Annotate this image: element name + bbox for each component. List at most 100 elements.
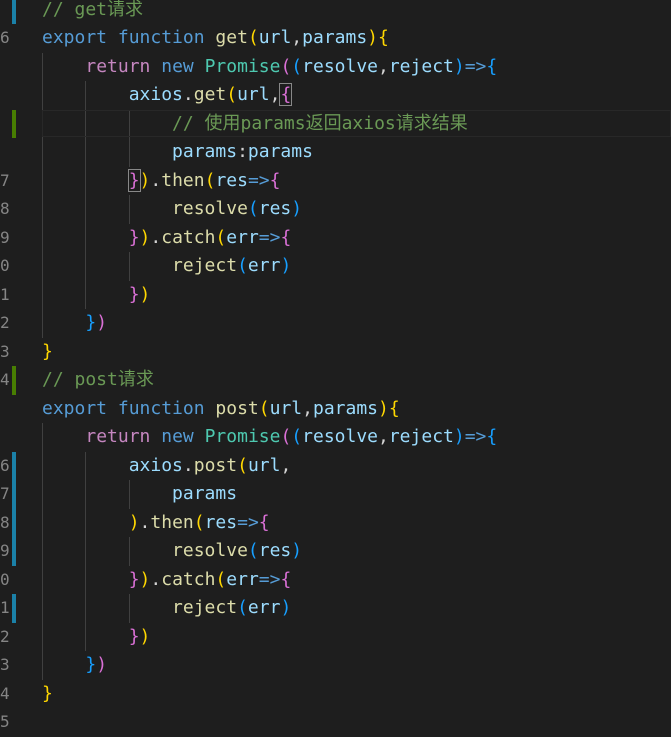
- code-token: axios: [128, 84, 183, 105]
- code-line[interactable]: return new Promise((resolve,reject)=>{: [42, 53, 497, 82]
- code-token: get: [215, 27, 248, 48]
- code-line[interactable]: axios.post(url,: [42, 452, 292, 481]
- code-token: .: [150, 226, 162, 248]
- line-number: 7: [0, 170, 10, 190]
- code-token: ): [291, 540, 303, 561]
- code-token: =>: [464, 426, 487, 447]
- code-token: function: [117, 27, 205, 48]
- code-token: reject: [172, 255, 238, 276]
- code-token: // post请求: [42, 369, 154, 390]
- code-line[interactable]: reject(err): [42, 252, 291, 281]
- code-token: ): [367, 27, 379, 48]
- code-token: ,: [302, 397, 313, 419]
- code-line[interactable]: params:params: [42, 138, 313, 167]
- code-line[interactable]: }: [42, 680, 53, 709]
- code-line[interactable]: ).then(res=>{: [42, 509, 270, 538]
- code-token: ): [378, 397, 389, 419]
- code-token: reject: [388, 426, 454, 447]
- code-token: res: [258, 198, 292, 219]
- code-token: catch: [161, 568, 216, 590]
- code-token: (: [280, 426, 292, 447]
- code-line[interactable]: resolve(res): [42, 537, 302, 566]
- code-line[interactable]: // 使用params返回axios请求结果: [42, 110, 468, 139]
- code-token: (: [291, 55, 303, 77]
- line-number: [0, 138, 10, 167]
- code-token: params: [302, 27, 368, 48]
- code-token: ,: [378, 426, 389, 447]
- line-number: 6: [0, 455, 10, 475]
- code-token: {: [269, 169, 281, 191]
- code-token: ): [453, 426, 465, 447]
- code-token: }: [128, 625, 140, 647]
- code-token: // 使用params返回axios请求结果: [172, 112, 468, 134]
- line-number: [0, 110, 10, 139]
- code-token: }: [42, 340, 53, 362]
- line-number: 1: [0, 598, 10, 617]
- code-line[interactable]: export function post(url,params){: [42, 395, 400, 424]
- code-line[interactable]: }).catch(err=>{: [42, 224, 292, 253]
- code-token: reject: [172, 597, 238, 618]
- code-token: }: [85, 654, 97, 675]
- code-line[interactable]: export function get(url,params){: [42, 24, 389, 53]
- code-token: {: [378, 27, 389, 48]
- code-token: res: [204, 511, 238, 533]
- line-number: 3: [0, 341, 10, 361]
- code-line[interactable]: params: [42, 480, 237, 509]
- line-number: [0, 53, 10, 82]
- code-line[interactable]: // get请求: [42, 0, 143, 24]
- code-token: post: [215, 397, 259, 419]
- code-editor[interactable]: 6 7 8 9 0 1 2 3 4 6 7 8 9 0 1 2 3 4 5 // get请求 export funct…: [0, 0, 671, 733]
- code-line[interactable]: reject(err): [42, 594, 291, 623]
- line-number: 7: [0, 484, 10, 503]
- code-token: ): [128, 511, 140, 533]
- code-token: (: [247, 540, 259, 561]
- code-token: ): [291, 198, 303, 219]
- code-line[interactable]: axios.get(url,{: [42, 81, 293, 110]
- code-token: .: [150, 568, 162, 590]
- code-token: ): [139, 226, 151, 248]
- matching-bracket-highlight: {: [279, 83, 293, 106]
- code-token: =>: [258, 226, 281, 248]
- code-line[interactable]: }).then(res=>{: [42, 167, 280, 196]
- line-number: 1: [0, 284, 10, 304]
- code-line[interactable]: return new Promise((resolve,reject)=>{: [42, 423, 497, 452]
- code-token: ,: [291, 27, 303, 48]
- code-token: post: [193, 454, 238, 476]
- code-token: ): [453, 55, 465, 77]
- code-token: return: [85, 426, 151, 447]
- code-token: (: [215, 226, 227, 248]
- code-token: (: [193, 511, 205, 533]
- git-change-marker: [12, 537, 16, 566]
- git-change-marker: [12, 594, 16, 623]
- line-number: 5: [0, 712, 10, 731]
- code-line[interactable]: resolve(res): [42, 195, 302, 224]
- code-token: =>: [247, 169, 270, 191]
- code-token: (: [280, 55, 292, 77]
- code-token: ): [139, 283, 151, 305]
- code-token: resolve: [302, 55, 378, 77]
- code-token: new: [161, 426, 194, 447]
- code-token: res: [258, 540, 292, 561]
- code-token: (: [247, 198, 259, 219]
- line-number: 9: [0, 541, 10, 560]
- line-number: 2: [0, 313, 10, 332]
- code-line[interactable]: }): [42, 651, 107, 680]
- code-line[interactable]: }: [42, 338, 53, 367]
- code-line[interactable]: }): [42, 281, 151, 310]
- code-line[interactable]: }).catch(err=>{: [42, 566, 292, 595]
- code-line[interactable]: // post请求: [42, 366, 154, 395]
- code-token: ): [280, 597, 292, 618]
- code-token: resolve: [172, 198, 248, 219]
- code-line[interactable]: }): [42, 623, 151, 652]
- code-line[interactable]: }): [42, 309, 107, 338]
- line-number: [0, 395, 10, 424]
